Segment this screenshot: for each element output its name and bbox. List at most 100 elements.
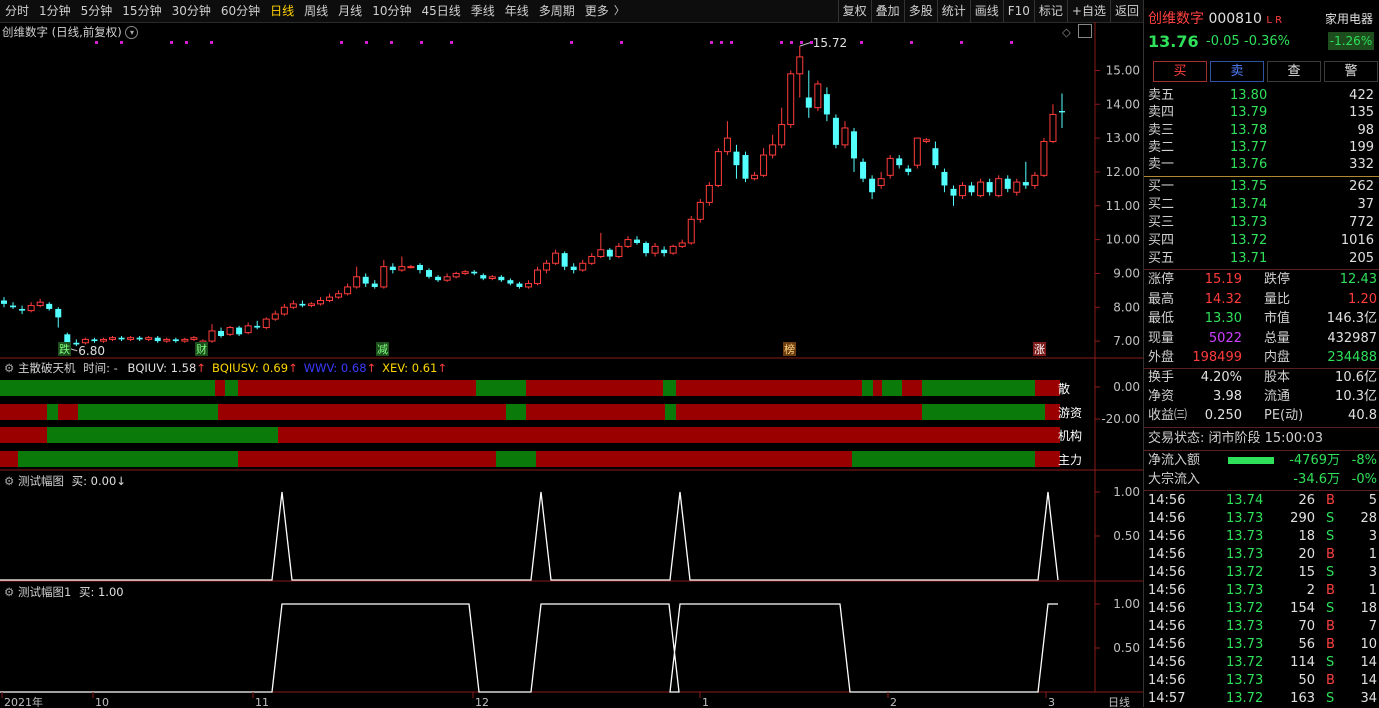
toolbar-button[interactable]: 叠加 [870, 0, 904, 22]
candle-body [91, 339, 98, 342]
block-inflow-value: -34.6万 [1293, 472, 1340, 487]
candle [1040, 138, 1048, 178]
candle-body [46, 303, 53, 309]
stat-row: 外盘 198499 内盘 234488 [1144, 349, 1379, 367]
settings-icon[interactable]: ⚙ [4, 361, 14, 375]
toolbar-button[interactable]: 统计 [936, 0, 970, 22]
candle-body [886, 157, 894, 176]
candle [118, 336, 125, 342]
candle-body [579, 262, 587, 271]
chevron-down-icon[interactable]: ▾ [125, 26, 139, 39]
x-tick-label: 1 [702, 696, 709, 707]
toolbar-button[interactable]: F10 [1002, 0, 1034, 22]
maximize-icon[interactable] [1078, 24, 1092, 38]
toolbar-button[interactable]: +自选 [1066, 0, 1110, 22]
candle [905, 165, 912, 176]
candle [814, 80, 822, 112]
block-inflow-pct: -0% [1351, 472, 1377, 487]
toolbar-button[interactable]: 复权 [837, 0, 871, 22]
order-book-row: 买一 13.75 262 [1144, 178, 1379, 196]
period-tab[interactable]: 30分钟 [167, 0, 216, 22]
ind1-tick-label: -20.00 [1101, 412, 1140, 426]
candle [181, 337, 189, 343]
period-tab[interactable]: 更多 [580, 0, 614, 22]
candle-body [435, 276, 442, 281]
toolbar-button[interactable]: 画线 [969, 0, 1003, 22]
tick-row: 14:56 13.73 56 B 10 [1144, 636, 1379, 654]
period-tab[interactable]: 5分钟 [76, 0, 118, 22]
period-tab[interactable]: 15分钟 [117, 0, 166, 22]
period-tab[interactable]: 多周期 [534, 0, 580, 22]
diamond-icon[interactable]: ◇ [1062, 25, 1071, 39]
period-tab[interactable]: 周线 [299, 0, 333, 22]
tick-count: 28 [1360, 511, 1377, 526]
candle [145, 336, 153, 342]
candle [733, 144, 740, 179]
buy-button[interactable]: 买 [1153, 61, 1207, 82]
sell-button[interactable]: 卖 [1210, 61, 1264, 82]
candle [471, 270, 478, 276]
candle-body [986, 182, 993, 193]
toolbar-button[interactable]: 返回 [1109, 0, 1143, 22]
tick-row: 14:56 13.73 70 B 7 [1144, 618, 1379, 636]
signal-marker [860, 41, 863, 44]
settings-icon[interactable]: ⚙ [4, 585, 14, 599]
sector-name[interactable]: 家用电器 [1325, 10, 1373, 27]
period-tab[interactable]: 60分钟 [216, 0, 265, 22]
arrow-up-icon: ↑ [366, 361, 377, 375]
stat-label: 内盘 [1264, 350, 1291, 365]
tick-price: 13.72 [1226, 655, 1264, 670]
candle [1049, 104, 1057, 144]
tick-price: 13.73 [1226, 637, 1264, 652]
level-price: 13.77 [1230, 139, 1268, 155]
period-tab[interactable]: 日线 [265, 0, 299, 22]
band-segment [58, 404, 78, 420]
period-tab[interactable]: 月线 [333, 0, 367, 22]
stat-value: 40.8 [1348, 408, 1377, 423]
period-tab[interactable]: 10分钟 [367, 0, 416, 22]
band-segment [536, 451, 852, 467]
event-tag-label: 涨 [1034, 343, 1045, 356]
price-tick-label: 11.00 [1106, 199, 1140, 213]
tick-row: 14:56 13.73 50 B 14 [1144, 672, 1379, 690]
query-button[interactable]: 查 [1267, 61, 1321, 82]
period-tab[interactable]: 1分钟 [34, 0, 76, 22]
candle [669, 244, 677, 255]
net-inflow-label: 净流入额 [1148, 453, 1201, 468]
candle [832, 114, 839, 149]
signal-marker [210, 41, 213, 44]
order-book-row: 买二 13.74 37 [1144, 196, 1379, 214]
signal-marker [390, 41, 393, 44]
period-tab[interactable]: 45日线 [416, 0, 465, 22]
candle-body [760, 154, 768, 176]
candle [742, 151, 749, 183]
order-book-row: 卖五 13.80 422 [1144, 87, 1379, 105]
candle-body [561, 253, 568, 267]
alert-button[interactable]: 警 [1324, 61, 1378, 82]
stat-label: 收益㈢ [1148, 408, 1188, 423]
order-book-row: 买三 13.73 772 [1144, 214, 1379, 232]
toolbar-button[interactable]: 多股 [903, 0, 937, 22]
settings-icon[interactable]: ⚙ [4, 474, 14, 488]
toolbar-button[interactable]: 标记 [1033, 0, 1067, 22]
indicator-value-bqiuv: BQIUV: 1.58 [127, 361, 197, 375]
candle-body [552, 252, 560, 264]
tick-time: 14:56 [1148, 619, 1186, 634]
candle-body [651, 245, 659, 254]
ind3-tick-label: 1.00 [1113, 597, 1140, 611]
stat-row: 最高 14.32 量比 1.20 [1144, 291, 1379, 309]
price-change: -0.05 [1206, 34, 1240, 49]
candle-body [922, 139, 930, 142]
candle-body [1022, 182, 1029, 186]
candle [851, 127, 858, 172]
chevron-right-icon[interactable]: 〉 [614, 0, 625, 22]
period-tabs: 分时 1分钟 5分钟 15分钟 30分钟 60分钟 日线 周线 月线 10分钟 45日线 季线 年线 多周… [0, 0, 625, 22]
period-tab[interactable]: 季线 [466, 0, 500, 22]
candle [995, 175, 1003, 198]
period-tab[interactable]: 年线 [500, 0, 534, 22]
candle [280, 303, 288, 316]
period-tab[interactable]: 分时 [0, 0, 34, 22]
stat-value: 0.250 [1204, 408, 1242, 423]
ind2-tick-label: 1.00 [1113, 485, 1140, 499]
candle-body [19, 308, 26, 311]
